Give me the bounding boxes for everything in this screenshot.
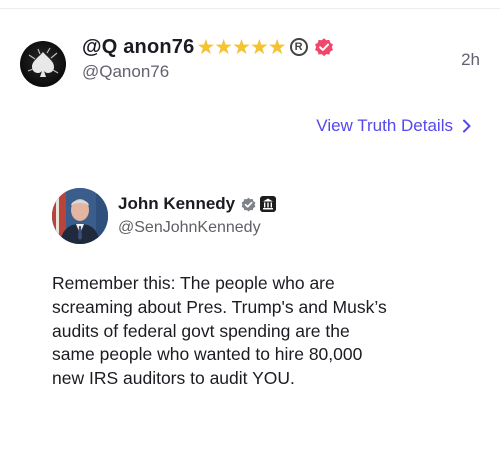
star-icon: ★ (196, 35, 216, 59)
spade-icon (27, 47, 59, 77)
quoted-author-name-row: John Kennedy (118, 192, 277, 216)
star-emojis: ★ ★ ★ ★ ★ (196, 35, 287, 59)
portrait-image (52, 188, 108, 244)
star-icon: ★ (267, 35, 287, 59)
author-name-row: @Q anon76 ★ ★ ★ ★ ★ R (82, 34, 335, 60)
quoted-post-line: Remember this: The people who are (52, 273, 335, 293)
author-display-name[interactable]: @Q anon76 (82, 36, 194, 59)
star-icon: ★ (232, 35, 251, 59)
post-header: @Q anon76 ★ ★ ★ ★ ★ R @Qanon76 2h (20, 34, 480, 87)
quoted-post-line: same people who wanted to hire 80,000 (52, 344, 363, 365)
verified-badge-icon (241, 197, 256, 212)
quoted-post-line: audits of federal govt spending are the (52, 320, 350, 341)
quoted-author-avatar[interactable] (52, 188, 108, 244)
quoted-post-line: screaming about Pres. Trump's and Musk’s (52, 296, 387, 317)
chevron-right-icon (463, 119, 471, 133)
quoted-post-line: new IRS auditors to audit YOU. (52, 368, 295, 389)
quoted-author-handle[interactable]: @SenJohnKennedy (118, 219, 261, 237)
quoted-post-header: John Kennedy @SenJohnKennedy (52, 188, 472, 244)
post-timestamp: 2h (461, 50, 480, 69)
view-truth-details-label: View Truth Details (316, 116, 453, 135)
view-truth-details-link[interactable]: View Truth Details (316, 116, 472, 136)
quoted-author-name[interactable]: John Kennedy (118, 194, 235, 214)
quoted-post-text: Remember this: The people who are scream… (52, 272, 472, 391)
top-divider (0, 8, 500, 9)
verified-badge-icon (314, 38, 333, 57)
star-icon: ★ (214, 35, 234, 59)
registered-icon: R (289, 38, 308, 56)
star-icon: ★ (249, 35, 269, 59)
author-avatar[interactable] (20, 41, 66, 87)
government-building-icon (260, 196, 277, 212)
author-handle[interactable]: @Qanon76 (82, 62, 169, 82)
